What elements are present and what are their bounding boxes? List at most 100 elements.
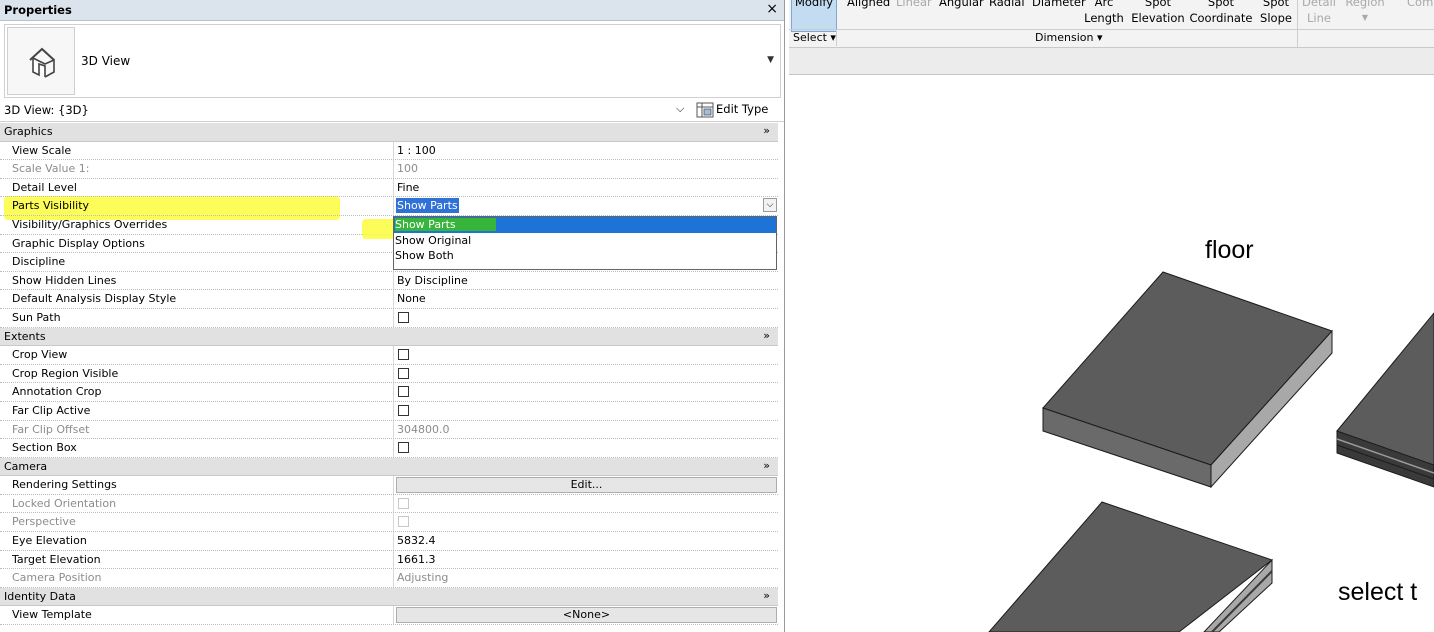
prop-label: Sun Path [12, 310, 61, 324]
prop-value-cell: Adjusting [393, 569, 778, 587]
prop-value-cell[interactable]: By Discipline [393, 271, 778, 290]
prop-row-analysis-style[interactable]: Default Analysis Display Style None [0, 290, 778, 309]
tool-label-bottom: Length [1084, 11, 1124, 25]
radial-dimension-button[interactable]: Radial [989, 0, 1025, 10]
select-panel-label[interactable]: Select ▾ [793, 31, 836, 44]
prop-label: Detail Level [12, 180, 77, 194]
panel-separator [836, 30, 837, 46]
prop-label: View Template [12, 608, 92, 622]
selected-value: Show Parts [396, 198, 459, 214]
prop-label: Rendering Settings [12, 478, 117, 492]
modify-button[interactable]: Modify [791, 0, 837, 32]
parts-visibility-dropdown-list: Show Parts Show Original Show Both [393, 216, 777, 270]
prop-row-sun-path[interactable]: Sun Path [0, 308, 778, 328]
chevron-down-icon[interactable]: ⌵ [676, 102, 684, 116]
prop-value: Fine [397, 180, 420, 194]
prop-row-view-template[interactable]: View Template <None> [0, 606, 778, 626]
prop-value-cell[interactable]: 1661.3 [393, 550, 778, 569]
prop-row-far-clip-offset: Far Clip Offset 304800.0 [0, 420, 778, 440]
prop-value-cell[interactable]: None [393, 290, 778, 308]
ribbon-panel-labels: Select ▾ Dimension ▾ [789, 29, 1434, 46]
parts-visibility-select[interactable]: Show Parts ⌵ [393, 197, 778, 215]
aligned-dimension-button[interactable]: Aligned [847, 0, 890, 10]
prop-row-locked-orientation: Locked Orientation [0, 494, 778, 514]
prop-row-section-box[interactable]: Section Box [0, 439, 778, 458]
spot-coordinate-button[interactable]: Spot Coordinate [1187, 0, 1255, 26]
group-extents[interactable]: Extents » [0, 327, 778, 347]
crop-view-checkbox[interactable] [398, 349, 409, 361]
prop-row-eye-elevation[interactable]: Eye Elevation 5832.4 [0, 532, 778, 551]
select-annotation: select t [1338, 578, 1418, 606]
prop-row-detail-level[interactable]: Detail Level Fine [0, 178, 778, 198]
prop-row-crop-region[interactable]: Crop Region Visible [0, 364, 778, 384]
prop-row-show-hidden[interactable]: Show Hidden Lines By Discipline [0, 271, 778, 291]
bottom-slab[interactable] [988, 501, 1274, 632]
prop-value-cell: 100 [393, 160, 778, 178]
collapse-icon[interactable]: » [763, 459, 770, 472]
prop-row-view-scale[interactable]: View Scale 1 : 100 [0, 141, 778, 161]
prop-row-crop-view[interactable]: Crop View [0, 346, 778, 365]
prop-value-cell[interactable]: 5832.4 [393, 532, 778, 550]
dropdown-option-show-both[interactable]: Show Both [394, 248, 776, 264]
prop-value-cell [393, 308, 778, 327]
prop-label: Crop View [12, 348, 68, 362]
prop-value: 5832.4 [397, 534, 436, 548]
tool-label-top: Spot [1207, 0, 1235, 9]
tool-label-bottom: Coordinate [1189, 11, 1253, 25]
instance-selector[interactable]: 3D View: {3D} [4, 103, 89, 117]
prop-label: Locked Orientation [12, 496, 117, 510]
dropdown-option-show-parts[interactable]: Show Parts [394, 217, 776, 233]
prop-row-perspective: Perspective [0, 513, 778, 533]
dropdown-option-show-original[interactable]: Show Original [394, 233, 776, 249]
collapse-icon[interactable]: » [763, 589, 770, 602]
crop-region-checkbox[interactable] [398, 367, 409, 379]
prop-label: Annotation Crop [12, 385, 102, 399]
linear-dimension-button: Linear [896, 0, 932, 9]
properties-palette: Properties × 3D View ▼ 3D View: {3D} ⌵ E… [0, 0, 785, 632]
sun-path-checkbox[interactable] [398, 311, 409, 323]
prop-value-cell[interactable]: Fine [393, 178, 778, 197]
prop-value: 304800.0 [397, 422, 450, 436]
group-identity-data[interactable]: Identity Data » [0, 587, 778, 607]
prop-value-cell [393, 401, 778, 420]
prop-label: Far Clip Offset [12, 422, 90, 436]
tool-label-bottom: Line [1307, 11, 1331, 25]
tool-label-bottom: Elevation [1131, 11, 1185, 25]
prop-row-camera-position: Camera Position Adjusting [0, 569, 778, 588]
tool-label-top: Detail [1302, 0, 1336, 9]
type-selector[interactable]: 3D View ▼ [4, 24, 781, 98]
prop-value: Adjusting [397, 571, 449, 585]
property-grid: Graphics » View Scale 1 : 100 Scale Valu… [0, 123, 778, 626]
section-box-checkbox[interactable] [398, 442, 409, 454]
view-template-button[interactable]: <None> [396, 607, 777, 624]
rendering-edit-button[interactable]: Edit... [396, 477, 777, 493]
far-clip-checkbox[interactable] [398, 404, 409, 416]
tool-label-bottom: Slope [1260, 11, 1292, 25]
annotation-crop-checkbox[interactable] [398, 386, 409, 398]
dimension-panel-label[interactable]: Dimension ▾ [1035, 31, 1103, 44]
spot-elevation-button[interactable]: Spot Elevation [1129, 0, 1187, 26]
spot-slope-button[interactable]: Spot Slope [1257, 0, 1295, 26]
prop-value-cell[interactable]: 1 : 100 [393, 141, 778, 160]
diameter-dimension-button[interactable]: Diameter [1032, 0, 1086, 10]
prop-row-target-elevation[interactable]: Target Elevation 1661.3 [0, 550, 778, 570]
group-graphics[interactable]: Graphics » [0, 123, 778, 142]
prop-row-parts-visibility[interactable]: Parts Visibility Show Parts ⌵ [0, 197, 778, 216]
prop-row-rendering[interactable]: Rendering Settings Edit... [0, 476, 778, 495]
parts-slab[interactable] [1336, 312, 1434, 488]
arc-length-button[interactable]: Arc Length [1083, 0, 1125, 26]
chevron-down-icon[interactable]: ▼ [767, 55, 774, 65]
collapse-icon[interactable]: » [763, 329, 770, 342]
prop-value-cell: <None> [393, 606, 778, 625]
drawing-canvas[interactable]: floor select t [789, 75, 1434, 632]
group-camera[interactable]: Camera » [0, 457, 778, 477]
floor-annotation: floor [1205, 236, 1254, 264]
collapse-icon[interactable]: » [763, 124, 770, 137]
close-icon[interactable]: × [766, 1, 778, 17]
prop-row-annotation-crop[interactable]: Annotation Crop [0, 383, 778, 402]
prop-row-far-clip-active[interactable]: Far Clip Active [0, 401, 778, 421]
angular-dimension-button[interactable]: Angular [939, 0, 984, 10]
chevron-down-icon[interactable]: ⌵ [763, 198, 777, 213]
floor-slab[interactable] [1042, 271, 1333, 489]
prop-value-cell: 304800.0 [393, 420, 778, 439]
